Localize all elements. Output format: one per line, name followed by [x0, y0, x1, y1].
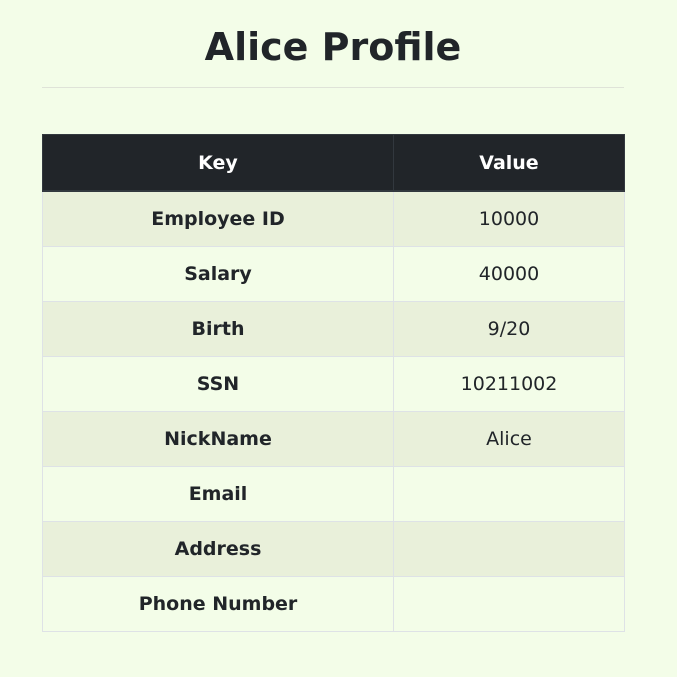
profile-page: Alice Profile Key Value Employee ID 1000…	[0, 0, 677, 677]
row-key: Email	[42, 466, 394, 522]
page-title: Alice Profile	[204, 25, 462, 69]
table-row: NickName Alice	[42, 411, 625, 467]
column-header-key: Key	[42, 134, 394, 192]
table-row: Email	[42, 466, 625, 522]
row-key: SSN	[42, 356, 394, 412]
row-value	[393, 521, 625, 577]
column-header-value: Value	[393, 134, 625, 192]
row-value: Alice	[393, 411, 625, 467]
row-value	[393, 576, 625, 632]
row-key: Phone Number	[42, 576, 394, 632]
row-value: 9/20	[393, 301, 625, 357]
table-row: Salary 40000	[42, 246, 625, 302]
table-header-row: Key Value	[42, 134, 625, 192]
table-row: Address	[42, 521, 625, 577]
row-value: 10000	[393, 190, 625, 247]
row-value	[393, 466, 625, 522]
row-key: Birth	[42, 301, 394, 357]
table-row: SSN 10211002	[42, 356, 625, 412]
row-key: Address	[42, 521, 394, 577]
table-row: Phone Number	[42, 576, 625, 632]
table-row: Employee ID 10000	[42, 190, 625, 247]
profile-table: Key Value Employee ID 10000 Salary 40000…	[42, 134, 625, 632]
title-divider	[42, 87, 624, 88]
row-value: 40000	[393, 246, 625, 302]
row-value: 10211002	[393, 356, 625, 412]
row-key: NickName	[42, 411, 394, 467]
row-key: Salary	[42, 246, 394, 302]
row-key: Employee ID	[42, 190, 394, 247]
table-row: Birth 9/20	[42, 301, 625, 357]
